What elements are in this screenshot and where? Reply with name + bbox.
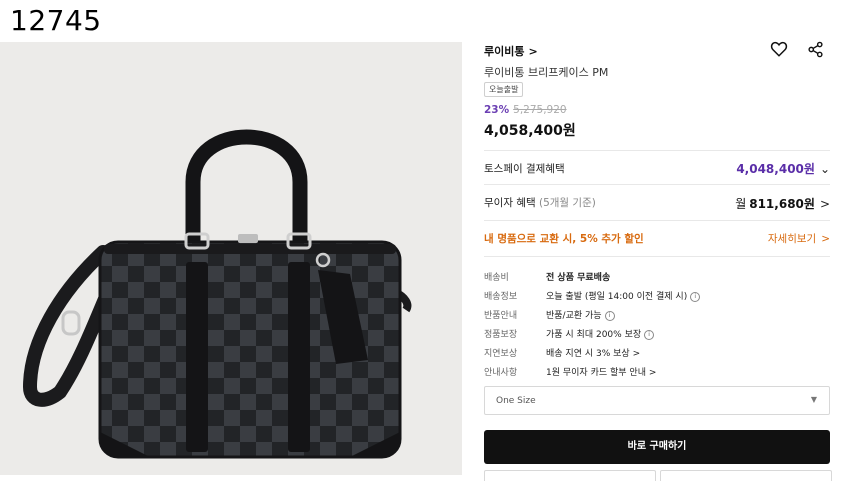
chevron-down-icon: ⌄ bbox=[819, 162, 830, 176]
chevron-right-icon: > bbox=[821, 233, 830, 245]
brand-link[interactable]: 루이비통 > bbox=[484, 43, 538, 59]
briefcase-illustration bbox=[22, 129, 412, 459]
sale-price: 4,058,400원 bbox=[484, 123, 576, 139]
installment-label: 무이자 혜택 (5개월 기준) bbox=[484, 197, 596, 209]
secondary-button-right[interactable] bbox=[660, 470, 832, 481]
toss-pay-label: 토스페이 결제혜택 bbox=[484, 163, 565, 175]
brand-name: 루이비통 bbox=[484, 45, 525, 58]
product-image[interactable] bbox=[0, 42, 462, 475]
info-icon[interactable]: i bbox=[690, 291, 701, 302]
discount-percent: 23% bbox=[484, 104, 510, 116]
share-icon[interactable] bbox=[807, 41, 824, 58]
trade-in-details-link[interactable]: 자세히보기 > bbox=[768, 231, 830, 246]
option-selected-value: One Size bbox=[496, 396, 536, 406]
trade-in-label: 내 명품으로 교환 시, 5% 추가 할인 bbox=[484, 233, 644, 245]
toss-pay-benefit-row[interactable]: 토스페이 결제혜택 4,048,400원 ⌄ bbox=[484, 150, 830, 185]
info-icon[interactable]: i bbox=[644, 329, 655, 340]
secondary-button-left[interactable] bbox=[484, 470, 656, 481]
installment-benefit-row[interactable]: 무이자 혜택 (5개월 기준) 월 811,680원 > bbox=[484, 184, 830, 221]
trade-in-row[interactable]: 내 명품으로 교환 시, 5% 추가 할인 자세히보기 > bbox=[484, 220, 830, 257]
original-price: 5,275,920 bbox=[513, 104, 567, 116]
product-title: 루이비통 브리프케이스 PM bbox=[484, 66, 609, 79]
chevron-down-icon: ▼ bbox=[810, 395, 817, 404]
info-icon[interactable]: i bbox=[604, 310, 615, 321]
toss-pay-price: 4,048,400원 ⌄ bbox=[736, 162, 830, 176]
heart-icon[interactable] bbox=[770, 40, 788, 58]
chevron-right-icon: > bbox=[632, 349, 641, 359]
chevron-right-icon: > bbox=[819, 197, 830, 211]
discount-row: 23% 5,275,920 bbox=[484, 104, 567, 116]
same-day-badge: 오늘출발 bbox=[484, 82, 524, 97]
buy-now-button[interactable]: 바로 구매하기 bbox=[484, 430, 830, 464]
chevron-right-icon: > bbox=[528, 45, 538, 58]
option-select[interactable]: One Size ▼ bbox=[484, 386, 830, 415]
chevron-right-icon: > bbox=[648, 368, 657, 378]
installment-price: 월 811,680원 > bbox=[735, 197, 830, 211]
info-list: 배송비 전 상품 무료배송 배송정보 오늘 출발 (평일 14:00 이전 결제… bbox=[484, 256, 830, 378]
screenshot-id-label: 12745 bbox=[10, 4, 102, 37]
